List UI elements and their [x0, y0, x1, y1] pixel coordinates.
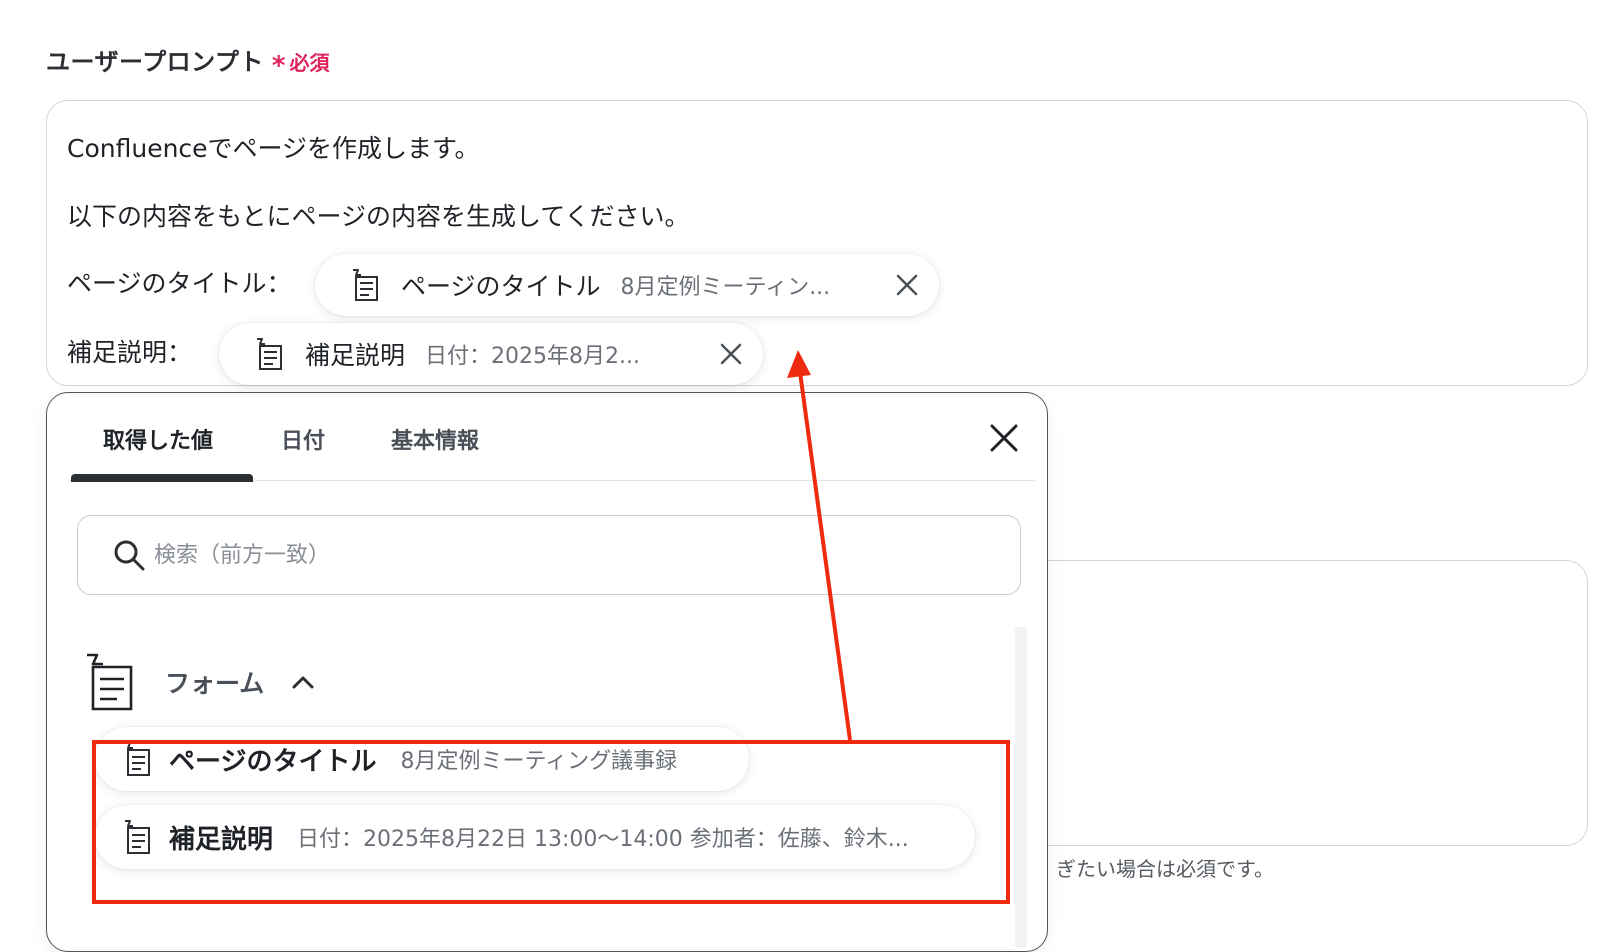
close-icon[interactable]	[715, 338, 747, 370]
field-label: ユーザープロンプト	[46, 48, 264, 76]
prompt-line-3-label: ページのタイトル：	[67, 269, 292, 298]
list-item-supplement[interactable]: 補足説明 日付：2025年8月22日 13:00〜14:00 参加者：佐藤、鈴木…	[95, 805, 975, 869]
variable-chip-page-title[interactable]: ページのタイトル 8月定例ミーティン...	[315, 254, 939, 316]
variable-chip-supplement[interactable]: 補足説明 日付：2025年8月2...	[219, 323, 763, 385]
prompt-line-2: 以下の内容をもとにページの内容を生成してください。	[67, 202, 690, 231]
value-picker-popover: 取得した値 日付 基本情報 フォーム	[46, 392, 1048, 952]
chip-value: 8月定例ミーティン...	[620, 275, 831, 300]
background-textarea[interactable]	[1000, 560, 1588, 846]
group-header-form[interactable]: フォーム	[79, 651, 316, 713]
item-value: 日付：2025年8月22日 13:00〜14:00 参加者：佐藤、鈴木...	[297, 827, 909, 852]
form-icon	[79, 651, 135, 713]
field-hint: ぎたい場合は必須です。	[1056, 857, 1274, 881]
form-icon	[347, 267, 381, 303]
search-icon	[112, 538, 146, 572]
item-name: 補足説明	[169, 824, 274, 855]
required-badge: 必須	[289, 51, 330, 75]
search-box	[77, 515, 1021, 595]
user-prompt-editor[interactable]: Confluenceでページを作成します。 以下の内容をもとにページの内容を生成…	[46, 100, 1588, 386]
prompt-line-1: Confluenceでページを作成します。	[67, 134, 480, 163]
chip-name: 補足説明	[305, 341, 406, 370]
chip-name: ページのタイトル	[401, 272, 601, 301]
form-icon	[119, 818, 153, 856]
section-label: ユーザープロンプト * 必須	[46, 42, 330, 81]
required-asterisk: *	[271, 51, 286, 81]
prompt-line-4-label: 補足説明：	[67, 338, 193, 367]
tab-basic-info[interactable]: 基本情報	[391, 423, 479, 455]
form-icon	[119, 740, 153, 778]
close-icon[interactable]	[891, 269, 923, 301]
search-input[interactable]	[154, 542, 994, 568]
tab-retrieved-values[interactable]: 取得した値	[103, 423, 213, 455]
item-value: 8月定例ミーティング議事録	[400, 749, 678, 774]
close-icon[interactable]	[985, 419, 1023, 457]
scrollbar[interactable]	[1015, 627, 1027, 947]
chip-value: 日付：2025年8月2...	[425, 344, 640, 369]
form-icon	[251, 336, 285, 372]
active-tab-indicator	[71, 474, 253, 482]
tab-date[interactable]: 日付	[281, 423, 325, 455]
chevron-up-icon	[290, 669, 316, 695]
item-name: ページのタイトル	[169, 746, 377, 777]
group-name: フォーム	[165, 669, 265, 698]
tab-bar: 取得した値 日付 基本情報	[69, 393, 1035, 482]
list-item-page-title[interactable]: ページのタイトル 8月定例ミーティング議事録	[95, 727, 749, 791]
